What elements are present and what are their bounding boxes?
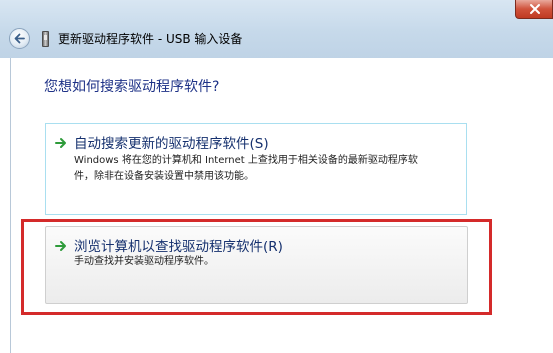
green-arrow-icon [55, 138, 66, 148]
auto-search-title: 自动搜索更新的驱动程序软件(S) [74, 136, 269, 152]
back-button[interactable] [9, 28, 30, 49]
dialog-titlebar: 更新驱动程序软件 - USB 输入设备 [0, 0, 553, 58]
auto-search-desc-line2: 件，除非在设备安装设置中禁用该功能。 [74, 171, 254, 182]
usb-device-icon [42, 31, 49, 47]
close-button[interactable] [515, 0, 553, 19]
back-arrow-icon [14, 33, 25, 44]
window-title: 更新驱动程序软件 - USB 输入设备 [58, 32, 243, 46]
close-icon [530, 4, 540, 14]
page-title: 您想如何搜索驱动程序软件? [44, 79, 220, 95]
auto-search-option[interactable]: 自动搜索更新的驱动程序软件(S) Windows 将在您的计算机和 Intern… [45, 123, 467, 215]
highlight-annotation [21, 219, 492, 315]
